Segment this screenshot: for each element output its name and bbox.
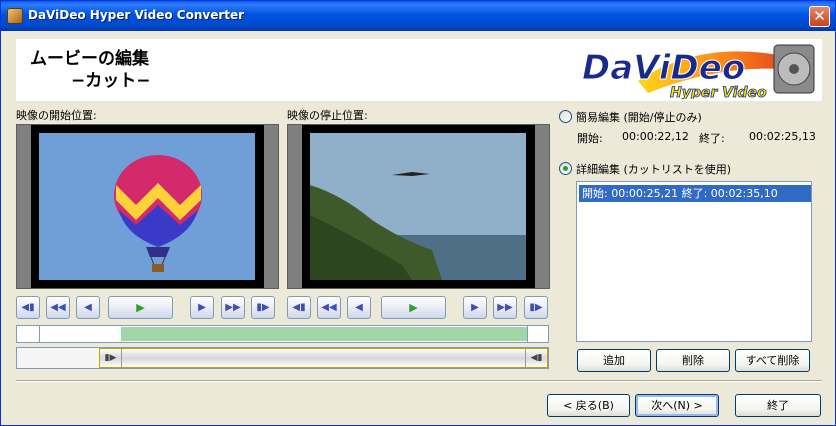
stop-step-back-button[interactable]: ◀: [347, 296, 371, 319]
next-button[interactable]: 次へ(N) >: [635, 394, 719, 417]
go-last-frame-button[interactable]: ▮▶: [251, 296, 275, 319]
stop-video-preview: [287, 124, 550, 289]
fast-rewind-icon: ◀◀: [50, 302, 66, 313]
simple-edit-radio[interactable]: [559, 110, 572, 123]
start-video-preview: [16, 124, 279, 289]
app-icon: [7, 8, 23, 24]
svg-text:DaViDeo: DaViDeo: [582, 48, 745, 88]
fast-forward-icon: ▶▶: [225, 302, 241, 313]
start-video-label: 映像の開始位置:: [16, 109, 97, 122]
fast-forward-icon: ▶▶: [497, 302, 513, 313]
back-button[interactable]: < 戻る(B): [547, 394, 630, 417]
slider-range: ▮▶ ◀▮: [99, 348, 548, 368]
step-forward-fast-button[interactable]: ▶▶: [221, 296, 245, 319]
page-subtitle: −カット−: [71, 71, 151, 91]
step-forward-icon: ▶: [198, 302, 206, 313]
end-handle-icon[interactable]: ◀▮: [525, 349, 547, 367]
footer-separator: [16, 380, 822, 382]
detail-edit-radio[interactable]: [559, 162, 572, 175]
step-back-icon: ◀: [355, 302, 363, 313]
step-back-fast-button[interactable]: ◀◀: [46, 296, 70, 319]
detail-edit-label: 詳細編集 (カットリストを使用): [576, 163, 732, 176]
header-banner: ムービーの編集 −カット− DaViDeo Hyper Video: [16, 39, 822, 101]
svg-text:Hyper Video: Hyper Video: [670, 85, 767, 99]
fast-rewind-icon: ◀◀: [321, 302, 337, 313]
balloon-frame: [39, 133, 255, 280]
cut-range-highlight: [121, 327, 527, 341]
go-first-frame-button[interactable]: ◀▮: [16, 296, 40, 319]
close-button[interactable]: ✕: [809, 6, 830, 27]
skip-start-icon: ◀▮: [21, 302, 35, 313]
step-forward-icon: ▶: [471, 302, 479, 313]
skip-end-icon: ▮▶: [256, 302, 270, 313]
cut-list[interactable]: 開始: 00:00:25,21 終了: 00:02:35,10: [576, 181, 812, 342]
skip-start-icon: ◀▮: [292, 302, 306, 313]
start-play-button[interactable]: ▶: [108, 296, 173, 319]
step-back-icon: ◀: [84, 302, 92, 313]
stop-play-button[interactable]: ▶: [381, 296, 446, 319]
start-handle-icon[interactable]: ▮▶: [100, 349, 122, 367]
simple-end-label: 終了:: [699, 132, 725, 145]
step-forward-button[interactable]: ▶: [190, 296, 214, 319]
stop-go-first-frame-button[interactable]: ◀▮: [287, 296, 311, 319]
simple-end-value: 00:02:25,13: [749, 130, 816, 143]
stop-go-last-frame-button[interactable]: ▮▶: [524, 296, 548, 319]
close-icon: ✕: [813, 7, 826, 25]
delete-button[interactable]: 削除: [656, 349, 730, 372]
main-window: DaViDeo Hyper Video Converter ✕ ムービーの編集 …: [0, 0, 836, 426]
simple-edit-label: 簡易編集 (開始/停止のみ): [576, 111, 702, 124]
simple-start-label: 開始:: [577, 132, 603, 145]
skip-end-icon: ▮▶: [529, 302, 543, 313]
stop-video-label: 映像の停止位置:: [287, 109, 368, 122]
delete-all-button[interactable]: すべて削除: [735, 349, 810, 372]
stop-step-forward-button[interactable]: ▶: [463, 296, 487, 319]
step-back-button[interactable]: ◀: [76, 296, 100, 319]
stop-step-forward-fast-button[interactable]: ▶▶: [493, 296, 517, 319]
davideo-logo: DaViDeo Hyper Video: [582, 44, 815, 99]
window-title: DaViDeo Hyper Video Converter: [28, 8, 245, 22]
stop-step-back-fast-button[interactable]: ◀◀: [317, 296, 341, 319]
play-icon: ▶: [409, 301, 418, 314]
coast-frame: [310, 133, 526, 280]
cut-range-track[interactable]: [16, 325, 549, 343]
position-slider[interactable]: ▮▶ ◀▮: [16, 347, 549, 369]
simple-start-value: 00:00:22,12: [622, 130, 689, 143]
finish-button[interactable]: 終了: [735, 394, 821, 417]
cut-list-item[interactable]: 開始: 00:00:25,21 終了: 00:02:35,10: [579, 185, 811, 202]
play-icon: ▶: [136, 301, 145, 314]
add-button[interactable]: 追加: [577, 349, 651, 372]
title-bar[interactable]: DaViDeo Hyper Video Converter ✕: [1, 1, 835, 31]
